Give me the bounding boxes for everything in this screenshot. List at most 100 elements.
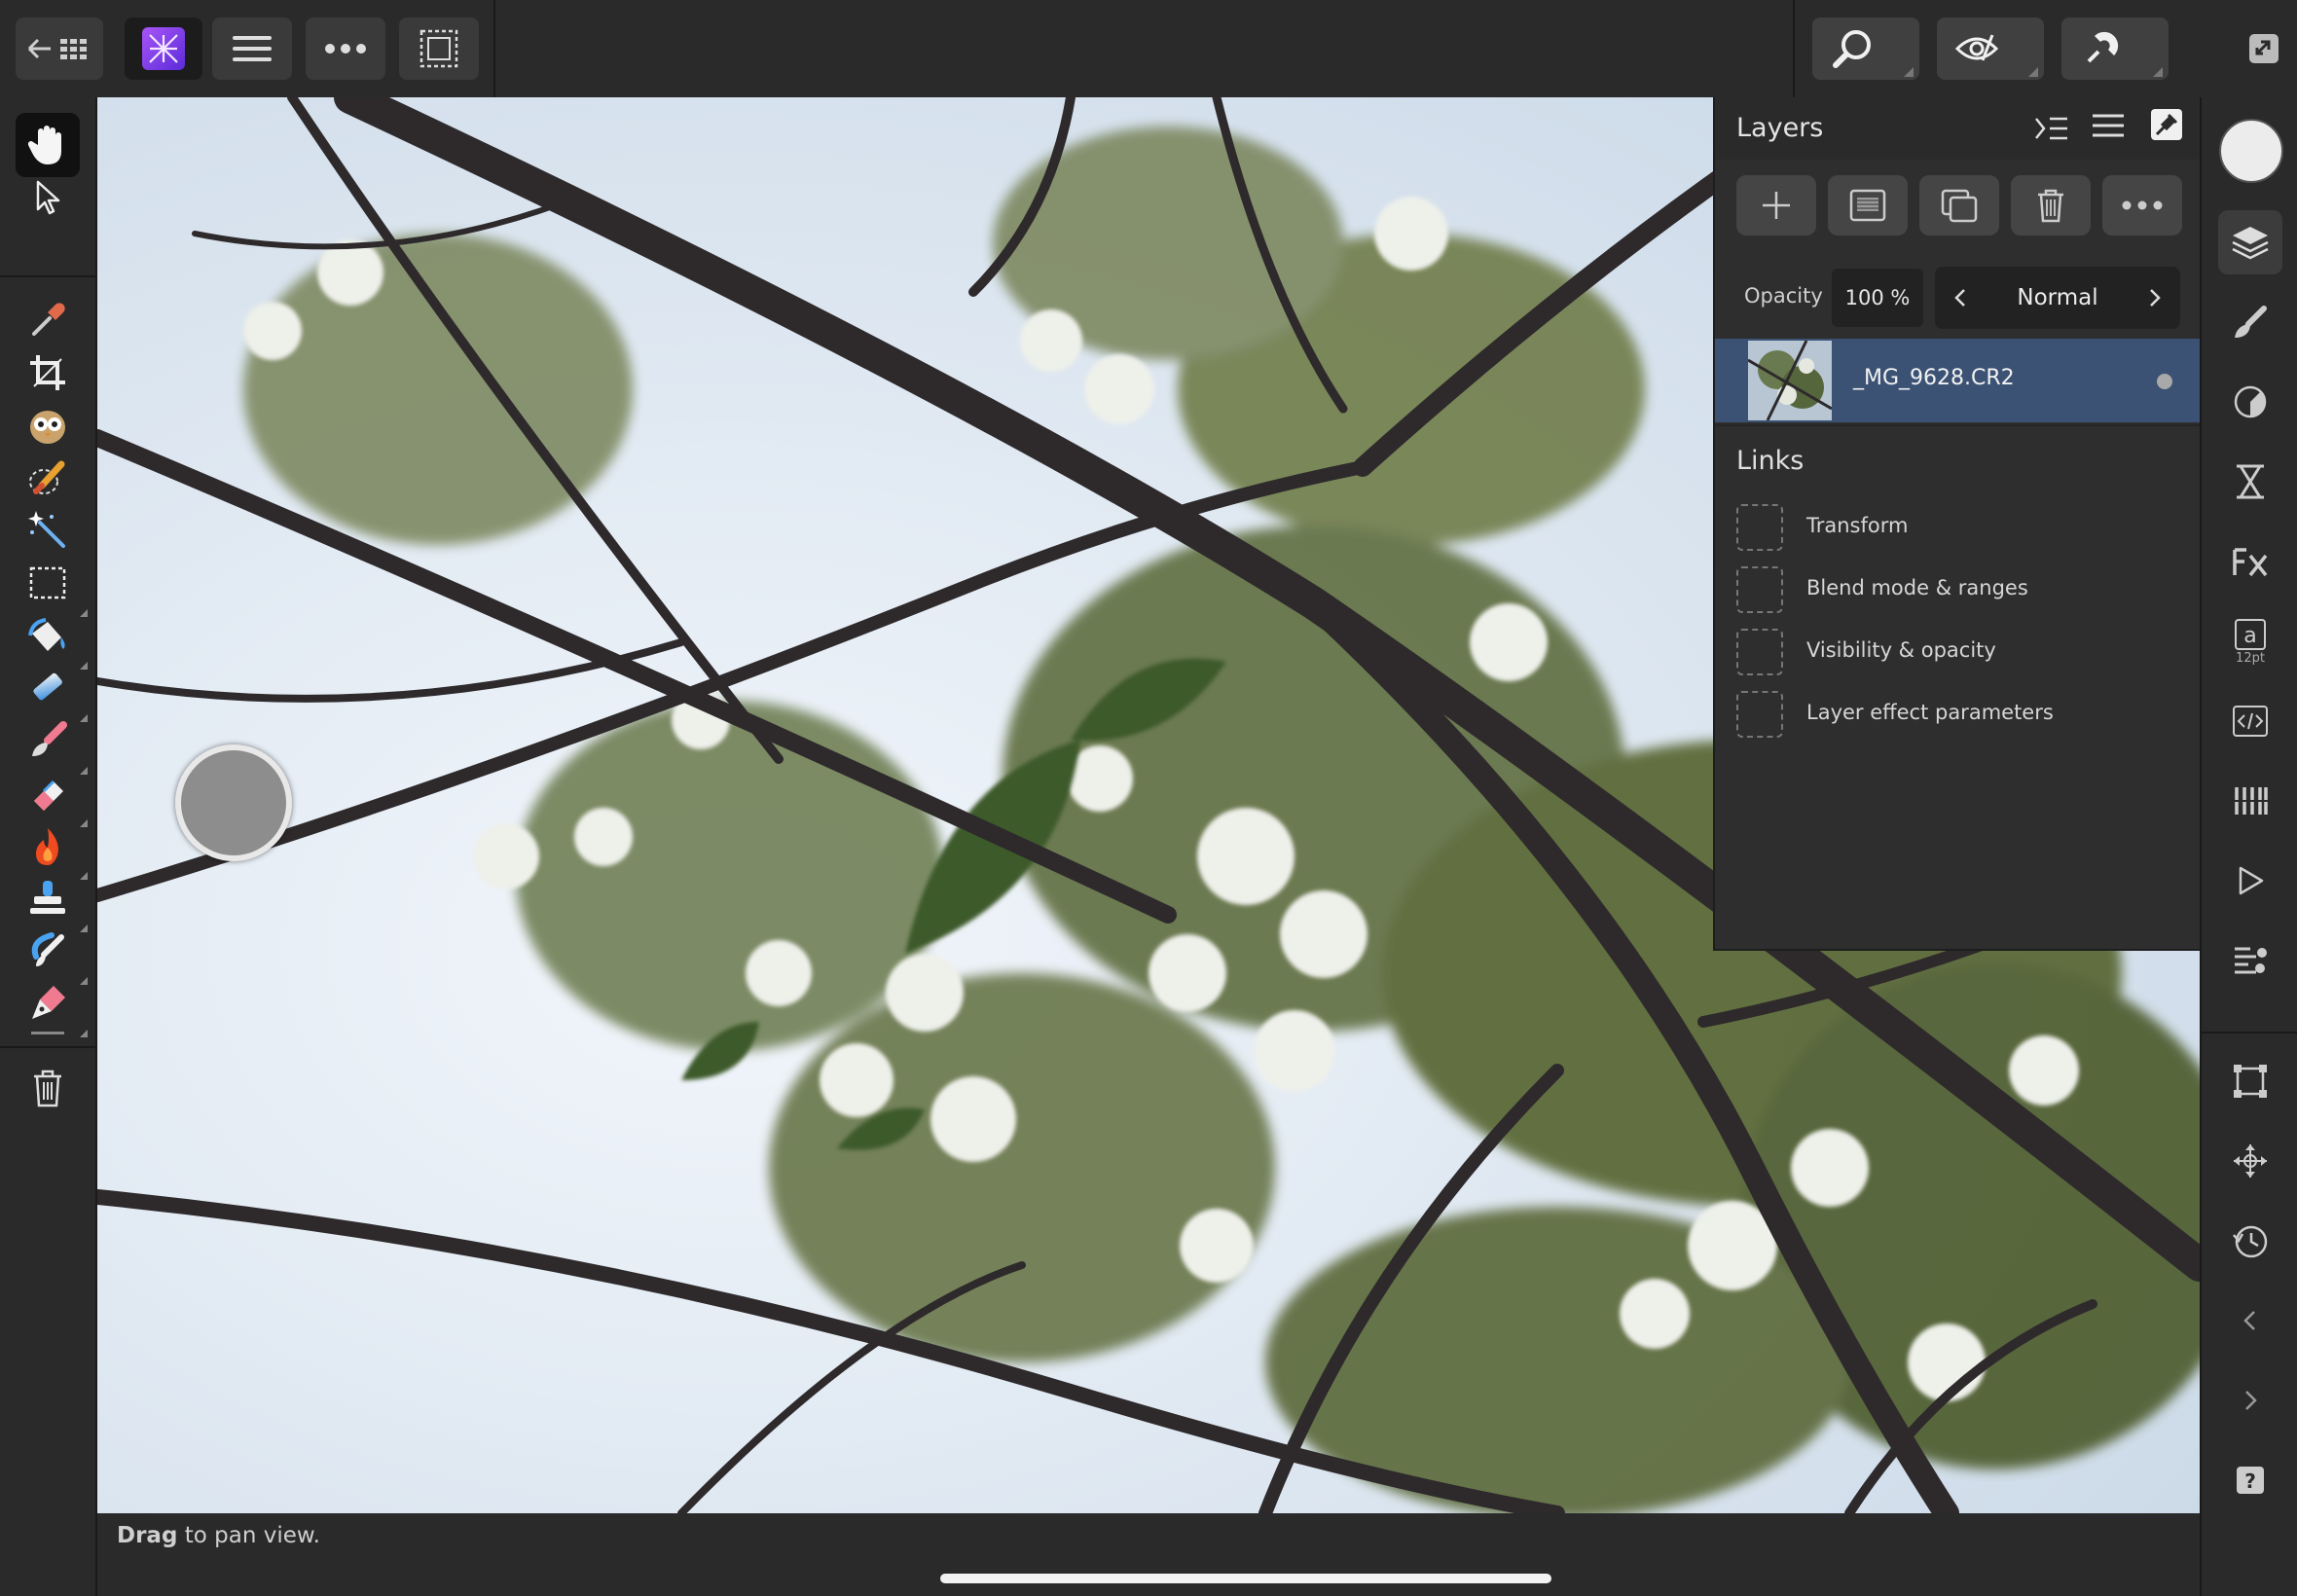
color-swatch-button[interactable] [2219, 119, 2283, 183]
code-icon [2233, 706, 2268, 737]
delete-button[interactable] [16, 1056, 80, 1120]
delete-layer-button[interactable] [2011, 175, 2091, 236]
link-effect-params-checkbox[interactable] [1736, 691, 1783, 738]
link-blend-mode-label: Blend mode & ranges [1806, 576, 2028, 599]
context-hint-text: to pan view. [177, 1523, 320, 1548]
stamp-icon [30, 881, 65, 914]
adjustments-studio-button[interactable] [2218, 370, 2282, 434]
layer-name: _MG_9628.CR2 [1853, 366, 2015, 390]
layer-visibility-toggle[interactable] [2157, 374, 2172, 389]
top-toolbar-right [1793, 0, 2297, 97]
brushes-studio-button[interactable] [2218, 290, 2282, 354]
blend-mode-prev-button[interactable] [1943, 280, 1978, 315]
text-styles-button[interactable]: a 12pt [2218, 609, 2282, 673]
chevron-left-icon [2243, 1311, 2255, 1330]
help-button[interactable]: ? [2218, 1448, 2282, 1512]
status-bar: Drag to pan view. [97, 1513, 2200, 1596]
text-size-label: 12pt [2236, 651, 2265, 666]
fx-icon [2233, 548, 2268, 577]
link-transform[interactable]: Transform [1736, 504, 2184, 551]
studio-panel-bar: a 12pt ? [2200, 97, 2297, 1596]
macro-studio-button[interactable] [2218, 689, 2282, 753]
link-visibility-checkbox[interactable] [1736, 629, 1783, 675]
history-hourglass-button[interactable] [2218, 450, 2282, 514]
trash-icon [2038, 189, 2063, 223]
smudge-icon [31, 932, 64, 966]
eyedropper-icon [32, 303, 65, 336]
layers-menu-button[interactable] [2091, 111, 2130, 146]
expand-icon [2249, 34, 2279, 63]
affinity-photo-logo-icon [142, 27, 185, 70]
duplicate-layer-button[interactable] [1919, 175, 1999, 236]
paint-brush-icon [32, 721, 67, 756]
brush-icon [2235, 306, 2267, 338]
navigator-play-button[interactable] [2218, 849, 2282, 913]
text-box-icon: a [2235, 619, 2266, 650]
zoom-button[interactable] [1812, 18, 1919, 80]
chevron-right-icon [2245, 1391, 2257, 1410]
transform-studio-button[interactable] [2218, 1049, 2282, 1113]
layers-studio-button[interactable] [2218, 210, 2282, 274]
eye-icon [1954, 34, 1999, 61]
layer-thumbnail-image [1748, 341, 1832, 420]
context-hint-bold: Drag [117, 1523, 178, 1548]
link-effect-params[interactable]: Layer effect parameters [1736, 691, 2184, 738]
paint-bucket-icon [28, 618, 65, 651]
help-icon: ? [2237, 1467, 2264, 1494]
layer-thumbnail [1748, 341, 1832, 420]
channels-studio-button[interactable] [2218, 769, 2282, 833]
pen-tool[interactable] [16, 971, 88, 1037]
collapse-right-button[interactable] [2218, 1368, 2282, 1433]
effects-studio-button[interactable] [2218, 529, 2282, 594]
stock-studio-button[interactable] [2218, 928, 2282, 993]
persona-photo-button[interactable] [125, 18, 202, 80]
move-studio-button[interactable] [2218, 1129, 2282, 1193]
pointer-icon [36, 180, 60, 215]
home-indicator[interactable] [940, 1574, 1551, 1583]
pin-panel-button[interactable] [2149, 107, 2188, 146]
link-effect-params-label: Layer effect parameters [1806, 701, 2054, 724]
link-visibility-label: Visibility & opacity [1806, 638, 1996, 662]
hand-icon [28, 126, 61, 164]
tools-panel [0, 97, 97, 1596]
layer-row[interactable]: _MG_9628.CR2 [1715, 339, 2202, 422]
blend-mode-next-button[interactable] [2137, 280, 2172, 315]
link-transform-checkbox[interactable] [1736, 504, 1783, 551]
collapse-left-button[interactable] [2218, 1288, 2282, 1353]
ellipsis-icon [325, 44, 366, 54]
duplicate-icon [1941, 189, 1978, 223]
selection-options-button[interactable] [399, 18, 479, 80]
back-grid-icon [27, 38, 87, 59]
layers-panel-header: Layers [1715, 97, 2202, 160]
tools-divider-bottom [0, 1046, 95, 1048]
adjustment-icon [2234, 385, 2267, 418]
link-visibility[interactable]: Visibility & opacity [1736, 629, 2184, 675]
history-studio-button[interactable] [2218, 1209, 2282, 1273]
selection-brush-icon [29, 460, 65, 494]
back-to-documents-button[interactable] [16, 18, 103, 80]
play-icon [2239, 866, 2264, 895]
layer-more-button[interactable] [2102, 175, 2182, 236]
channels-icon [2234, 787, 2268, 815]
hamburger-icon [2093, 114, 2124, 137]
link-blend-mode[interactable]: Blend mode & ranges [1736, 566, 2184, 613]
view-mode-button[interactable] [1937, 18, 2044, 80]
hourglass-icon [2237, 464, 2264, 499]
crop-icon [30, 355, 65, 390]
snapping-button[interactable] [2061, 18, 2169, 80]
opacity-field[interactable]: 100 % [1832, 269, 1923, 327]
more-options-button[interactable] [306, 18, 385, 80]
transform-box-icon [2234, 1065, 2267, 1098]
menu-button[interactable] [212, 18, 292, 80]
tools-scroll-indicator [31, 1032, 64, 1034]
add-mask-button[interactable] [1828, 175, 1908, 236]
link-blend-mode-checkbox[interactable] [1736, 566, 1783, 613]
add-layer-button[interactable] [1736, 175, 1816, 236]
clock-history-icon [2233, 1225, 2268, 1258]
context-hint: Drag to pan view. [117, 1523, 320, 1548]
fullscreen-button[interactable] [2233, 18, 2295, 80]
move-tool[interactable] [16, 165, 80, 230]
chevron-left-icon [1954, 289, 1965, 307]
layers-options-button[interactable] [2032, 111, 2071, 146]
blend-mode-selector[interactable]: Normal [1935, 267, 2180, 329]
